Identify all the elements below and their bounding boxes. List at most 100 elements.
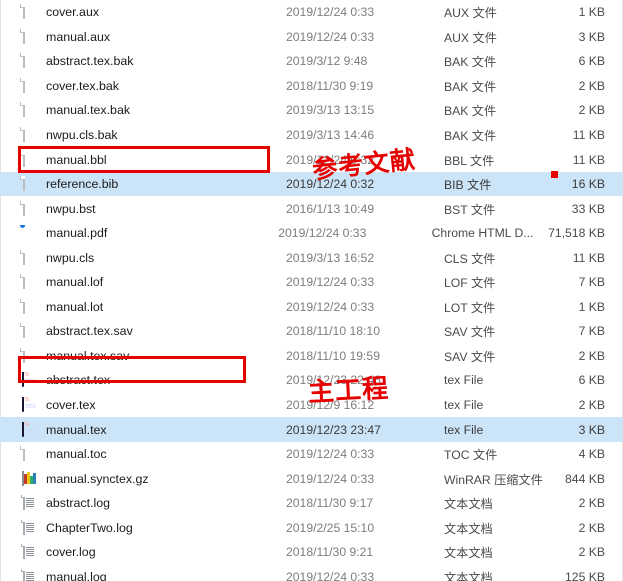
blank-page-icon [22, 249, 38, 266]
file-name-cell[interactable]: manual.tex.sav [0, 347, 286, 364]
file-name-cell[interactable]: manual.synctex.gz [0, 470, 286, 487]
file-name-cell[interactable]: manual.bbl [0, 151, 286, 168]
file-name-cell[interactable]: cover.log [0, 544, 286, 560]
text-document-icon [22, 495, 38, 511]
file-type-cell: BBL 文件 [444, 153, 495, 168]
file-name-cell[interactable]: abstract.tex.sav [0, 323, 286, 339]
file-name-cell[interactable]: manual.toc [0, 446, 286, 462]
file-type-cell: TOC 文件 [444, 448, 498, 463]
file-type-cell: BST 文件 [444, 202, 496, 217]
chrome-icon [22, 225, 38, 241]
file-name-cell[interactable]: nwpu.bst [0, 200, 286, 217]
file-row[interactable]: abstract.log 2018/11/30 9:17 文本文档 2 KB [0, 491, 623, 516]
file-row[interactable]: reference.bib 2019/12/24 0:32 BIB 文件 16 KB [0, 171, 623, 197]
file-row[interactable]: manual.toc 2019/12/24 0:33 TOC 文件 4 KB [0, 442, 623, 467]
file-name-cell[interactable]: Te TEX cover.tex [0, 397, 286, 413]
file-name-cell[interactable]: abstract.log [0, 495, 286, 511]
file-size-cell: 11 KB [572, 128, 605, 142]
file-row[interactable]: Te TEX manual.tex 2019/12/23 23:47 tex File 3… [0, 417, 623, 442]
file-row[interactable]: manual.lof 2019/12/24 0:33 LOF 文件 7 KB [0, 270, 623, 295]
file-type-cell: SAV 文件 [444, 349, 496, 364]
file-row[interactable]: manual.tex.sav 2018/11/10 19:59 SAV 文件 2 KB [0, 344, 623, 369]
file-name-cell[interactable]: Te TEX manual.tex [0, 421, 286, 438]
file-name-cell[interactable]: nwpu.cls.bak [0, 127, 286, 143]
file-type-cell: 文本文档 [444, 521, 493, 536]
file-type-cell: Chrome HTML D... [431, 226, 534, 241]
file-row[interactable]: nwpu.cls.bak 2019/3/13 14:46 BAK 文件 11 KB [0, 123, 623, 148]
file-date-cell: 2018/11/30 9:19 [286, 78, 374, 93]
file-name-label: cover.tex [46, 398, 96, 413]
file-row[interactable]: nwpu.cls 2019/3/13 16:52 CLS 文件 11 KB [0, 245, 623, 270]
file-row[interactable]: manual.synctex.gz 2019/12/24 0:33 WinRAR 压… [0, 466, 623, 491]
file-explorer-details-view: cover.aux 2019/12/24 0:33 AUX 文件 1 KB manual… [0, 0, 623, 581]
file-type-cell: BAK 文件 [444, 79, 497, 94]
file-name-cell[interactable]: Te TEX abstract.tex [0, 372, 286, 388]
file-name-cell[interactable]: cover.aux [0, 4, 286, 20]
file-name-label: abstract.tex.sav [46, 324, 133, 339]
file-size-cell: 11 KB [572, 250, 605, 265]
file-name-cell[interactable]: reference.bib [0, 176, 286, 192]
file-date-cell: 2019/12/24 0:33 [286, 569, 375, 581]
file-name-cell[interactable]: manual.lot [0, 298, 286, 315]
file-size-cell: 125 KB [565, 569, 605, 581]
blank-page-icon [22, 274, 38, 290]
file-size-cell: 844 KB [565, 471, 605, 486]
file-list[interactable]: cover.aux 2019/12/24 0:33 AUX 文件 1 KB manual… [0, 0, 623, 581]
file-date-cell: 2018/11/30 9:17 [286, 496, 374, 511]
file-name-cell[interactable]: ChapterTwo.log [0, 519, 286, 536]
file-type-cell: BAK 文件 [444, 129, 497, 143]
file-name-cell[interactable]: manual.aux [0, 28, 286, 45]
file-row[interactable]: manual.bbl 2019/12/24 0:32 BBL 文件 11 KB [0, 147, 623, 172]
file-size-cell: 7 KB [578, 275, 605, 290]
file-size-cell: 3 KB [578, 29, 605, 44]
file-name-cell[interactable]: manual.pdf [0, 225, 278, 241]
file-type-cell: tex File [444, 398, 484, 413]
text-document-icon [22, 519, 38, 536]
file-row[interactable]: Te TEX cover.tex 2019/12/9 16:12 tex File 2 K… [0, 393, 623, 418]
file-type-cell: tex File [444, 422, 484, 437]
file-row[interactable]: abstract.tex.sav 2018/11/10 18:10 SAV 文件 7 … [0, 319, 623, 344]
blank-page-icon [22, 127, 38, 143]
file-name-cell[interactable]: nwpu.cls [0, 249, 286, 266]
file-row[interactable]: manual.log 2019/12/24 0:33 文本文档 125 KB [0, 565, 623, 581]
file-size-cell: 2 KB [578, 496, 605, 511]
file-row[interactable]: nwpu.bst 2016/1/13 10:49 BST 文件 33 KB [0, 196, 623, 221]
file-name-cell[interactable]: manual.tex.bak [0, 102, 286, 118]
file-row[interactable]: ChapterTwo.log 2019/2/25 15:10 文本文档 2 KB [0, 515, 623, 540]
file-name-label: manual.tex [46, 422, 107, 437]
file-name-cell[interactable]: manual.lof [0, 274, 286, 290]
file-row[interactable]: manual.lot 2019/12/24 0:33 LOT 文件 1 KB [0, 295, 623, 320]
file-row[interactable]: cover.tex.bak 2018/11/30 9:19 BAK 文件 2 KB [0, 74, 623, 99]
file-date-cell: 2019/3/12 9:48 [286, 54, 368, 69]
blank-page-icon [22, 77, 38, 94]
file-name-label: abstract.log [46, 496, 111, 511]
file-name-cell[interactable]: cover.tex.bak [0, 77, 286, 94]
file-size-cell: 1 KB [578, 5, 605, 20]
file-name-label: cover.tex.bak [46, 78, 120, 93]
file-row[interactable]: cover.aux 2019/12/24 0:33 AUX 文件 1 KB [0, 0, 623, 25]
file-size-cell: 6 KB [578, 373, 605, 388]
file-date-cell: 2019/12/9 16:12 [286, 398, 375, 413]
file-type-cell: BAK 文件 [444, 104, 497, 119]
file-row[interactable]: cover.log 2018/11/30 9:21 文本文档 2 KB [0, 540, 623, 565]
file-row[interactable]: abstract.tex.bak 2019/3/12 9:48 BAK 文件 6 KB [0, 49, 623, 74]
blank-page-icon [22, 151, 38, 168]
file-name-label: ChapterTwo.log [46, 520, 133, 535]
file-row[interactable]: manual.tex.bak 2019/3/13 13:15 BAK 文件 2 KB [0, 98, 623, 123]
file-name-label: abstract.tex.bak [46, 54, 134, 69]
file-name-cell[interactable]: manual.log [0, 568, 286, 581]
file-row[interactable]: manual.aux 2019/12/24 0:33 AUX 文件 3 KB [0, 25, 623, 50]
file-name-label: manual.toc [46, 447, 107, 462]
file-row[interactable]: Te TEX abstract.tex 2019/12/23 22:46 tex Fil… [0, 368, 623, 393]
file-date-cell: 2019/3/13 16:52 [286, 250, 375, 265]
file-row[interactable]: manual.pdf 2019/12/24 0:33 Chrome HTML D..… [0, 221, 623, 246]
file-type-cell: SAV 文件 [444, 325, 496, 340]
tex-icon: Te TEX [22, 421, 36, 437]
file-name-cell[interactable]: abstract.tex.bak [0, 53, 286, 69]
file-size-cell: 71,518 KB [548, 226, 605, 241]
file-type-cell: BAK 文件 [444, 55, 497, 70]
file-type-cell: BIB 文件 [444, 178, 492, 193]
file-date-cell: 2016/1/13 10:49 [286, 201, 375, 216]
file-date-cell: 2018/11/10 19:59 [286, 348, 380, 363]
file-size-cell: 2 KB [578, 348, 605, 363]
